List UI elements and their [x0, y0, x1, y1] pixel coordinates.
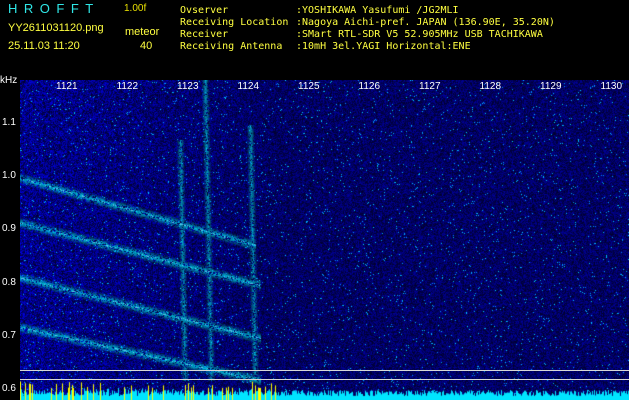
marker-line-upper: [20, 370, 629, 371]
y-tick-label: 1.1: [2, 116, 16, 128]
x-tick-label: 1123: [177, 81, 199, 92]
y-tick-label: 0.6: [2, 383, 16, 395]
station-info: Ovserver :YOSHIKAWA Yasufumi /JG2MLI Rece…: [180, 5, 555, 53]
app-version: 1.00f: [124, 3, 147, 14]
x-tick-label: 1130: [600, 81, 623, 92]
info-row: Receiver :SMart RTL-SDR V5 52.905MHz USB …: [180, 29, 555, 41]
file-name: YY2611031120.png: [8, 22, 104, 34]
y-unit-label: kHz: [0, 75, 18, 86]
info-value: :YOSHIKAWA Yasufumi /JG2MLI: [296, 5, 459, 16]
info-row: Receiving Location :Nagoya Aichi-pref. JA…: [180, 17, 555, 29]
y-tick-label: 0.8: [2, 276, 16, 288]
timestamp: 25.11.03 11:20: [8, 40, 80, 52]
info-value: :SMart RTL-SDR V5 52.905MHz USB TACHIKAW…: [296, 29, 543, 40]
info-value: :Nagoya Aichi-pref. JAPAN (136.90E, 35.2…: [296, 17, 555, 28]
marker-line-lower: [20, 379, 629, 380]
info-value: :10mH 3el.YAGI Horizontal:ENE: [296, 41, 471, 52]
info-key: Receiving Location: [180, 17, 289, 28]
x-tick-label: 1129: [540, 81, 562, 92]
x-tick-label: 1126: [358, 81, 381, 92]
app-title: HROFFT: [8, 1, 100, 16]
info-key: Receiver: [180, 29, 229, 40]
x-tick-label: 1127: [419, 81, 441, 92]
info-key: Receiving Antenna: [180, 41, 283, 52]
info-row: Receiving Antenna :10mH 3el.YAGI Horizont…: [180, 41, 555, 53]
header-panel: HROFFT 1.00f YY2611031120.png 25.11.03 1…: [0, 0, 629, 74]
x-tick-label: 1122: [116, 81, 139, 92]
info-key: Ovserver: [180, 5, 229, 16]
x-tick-label: 1124: [237, 81, 260, 92]
y-tick-label: 0.7: [2, 330, 16, 341]
meteor-count: 40: [140, 40, 153, 52]
waterfall-plot: [20, 80, 629, 400]
y-tick-label: 1.0: [2, 170, 16, 181]
x-tick-label: 1128: [479, 81, 502, 92]
x-tick-label: 1121: [56, 81, 78, 92]
y-tick-label: 0.9: [2, 223, 16, 235]
meteor-label: meteor: [125, 26, 160, 38]
x-tick-label: 1125: [298, 81, 320, 92]
waterfall-canvas: [20, 80, 629, 400]
info-row: Ovserver :YOSHIKAWA Yasufumi /JG2MLI: [180, 5, 555, 17]
